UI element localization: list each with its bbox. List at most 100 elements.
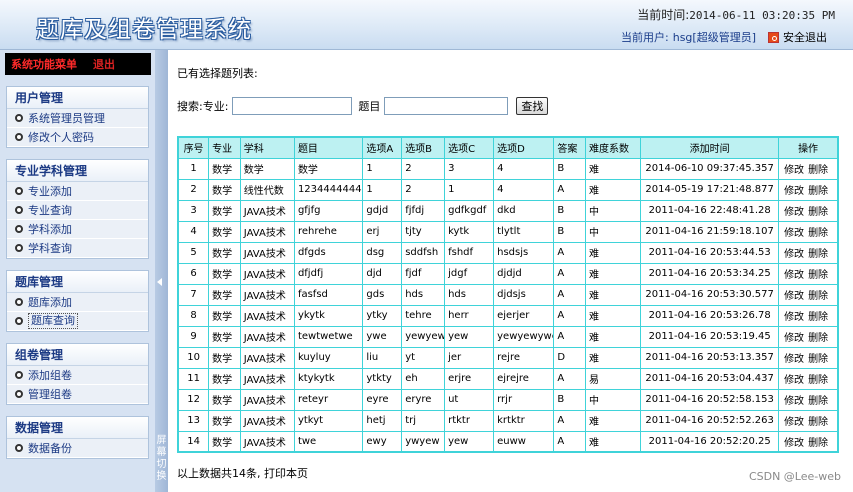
menu-group-title[interactable]: 数据管理 [7,417,148,439]
edit-link[interactable]: 修改 [784,396,804,407]
sidebar-menu-item-label[interactable]: 管理组卷 [28,385,72,404]
menu-group-title[interactable]: 专业学科管理 [7,160,148,182]
sidebar-menu-item[interactable]: 管理组卷 [7,385,148,404]
table-cell: fjfdj [401,199,446,222]
menu-group: 专业学科管理 专业添加 专业查询 学科添加 学科查询 [6,159,149,259]
edit-link[interactable]: 修改 [784,354,804,365]
edit-link[interactable]: 修改 [784,438,804,449]
table-cell: 2014-06-10 09:37:45.357 [640,157,780,180]
logout-icon[interactable] [768,31,779,43]
delete-link[interactable]: 删除 [808,249,828,260]
screen-toggle-label[interactable]: 屏幕切换 [156,435,167,483]
row-actions: 修改 删除 [778,304,839,327]
delete-link[interactable]: 删除 [808,375,828,386]
exit-link[interactable]: 退出 [93,56,115,72]
delete-link[interactable]: 删除 [808,438,828,449]
sidebar-menu-item-label[interactable]: 添加组卷 [28,366,72,385]
sidebar-menu-item[interactable]: 学科查询 [7,239,148,258]
keyword-input[interactable] [384,97,509,115]
delete-link[interactable]: 删除 [808,333,828,344]
table-cell: 线性代数 [239,178,295,201]
table-cell: 中 [585,220,642,243]
edit-link[interactable]: 修改 [784,207,804,218]
row-actions: 修改 删除 [778,325,839,348]
main-content: 已有选择题列表: 搜索:专业: 题目 查找 序号 专业 学科 题目 选项A 选项B 选项C 选… [168,50,853,492]
edit-link[interactable]: 修改 [784,312,804,323]
table-cell: rtktr [444,409,495,432]
edit-link[interactable]: 修改 [784,249,804,260]
table-cell: 2011-04-16 20:53:34.25 [640,262,780,285]
search-button[interactable]: 查找 [516,97,549,115]
table-cell: 3 [177,199,210,222]
edit-link[interactable]: 修改 [784,375,804,386]
delete-link[interactable]: 删除 [808,417,828,428]
table-cell: 难 [585,346,642,369]
sidebar-menu-item[interactable]: 题库查询 [7,312,148,331]
delete-link[interactable]: 删除 [808,186,828,197]
table-cell: B [553,220,587,243]
row-actions: 修改 删除 [778,241,839,264]
table-cell: JAVA技术 [239,220,295,243]
edit-link[interactable]: 修改 [784,228,804,239]
table-cell: gdjd [362,199,403,222]
sidebar-menu-item-label[interactable]: 题库添加 [28,293,72,312]
screen-toggle-bar[interactable]: 屏幕切换 [155,50,168,492]
sidebar-menu-item[interactable]: 学科添加 [7,220,148,239]
edit-link[interactable]: 修改 [784,270,804,281]
edit-link[interactable]: 修改 [784,333,804,344]
sidebar-menu-item[interactable]: 数据备份 [7,439,148,458]
table-cell: sddfsh [401,241,446,264]
row-actions: 修改 删除 [778,388,839,411]
delete-link[interactable]: 删除 [808,312,828,323]
edit-link[interactable]: 修改 [784,417,804,428]
delete-link[interactable]: 删除 [808,207,828,218]
logout-link[interactable]: 安全退出 [783,29,827,45]
table-cell: 1 [444,178,495,201]
edit-link[interactable]: 修改 [784,186,804,197]
bullet-icon [15,244,23,252]
table-cell: JAVA技术 [239,241,295,264]
sidebar-menu-item-label[interactable]: 专业查询 [28,201,72,220]
sidebar-menu-item-label[interactable]: 专业添加 [28,182,72,201]
table-cell: 难 [585,430,642,453]
table-cell: 2011-04-16 20:52:20.25 [640,430,780,453]
sidebar-menu-item-label[interactable]: 学科查询 [28,239,72,258]
sidebar-menu-item[interactable]: 题库添加 [7,293,148,312]
table-cell: 难 [585,241,642,264]
current-time: 当前时间:2014-06-11 03:20:35 PM [637,6,835,23]
menu-group-title[interactable]: 用户管理 [7,87,148,109]
table-cell: 2011-04-16 20:53:44.53 [640,241,780,264]
sidebar-menu-item[interactable]: 专业添加 [7,182,148,201]
delete-link[interactable]: 删除 [808,228,828,239]
table-cell: 数学 [208,199,241,222]
sidebar-menu-item-label[interactable]: 数据备份 [28,439,72,458]
sidebar-menu-item-label[interactable]: 修改个人密码 [28,128,94,147]
table-cell: 数学 [208,262,241,285]
delete-link[interactable]: 删除 [808,270,828,281]
sidebar-menu-item[interactable]: 修改个人密码 [7,128,148,147]
menu-group-title[interactable]: 题库管理 [7,271,148,293]
column-header: 操作 [778,136,839,159]
user-name[interactable]: hsg[超级管理员] [673,29,756,45]
delete-link[interactable]: 删除 [808,165,828,176]
table-cell: B [553,199,587,222]
sidebar-menu-item[interactable]: 专业查询 [7,201,148,220]
edit-link[interactable]: 修改 [784,165,804,176]
sidebar-menu-item[interactable]: 系统管理员管理 [7,109,148,128]
table-cell: ytkty [362,367,403,390]
menu-group-title[interactable]: 组卷管理 [7,344,148,366]
delete-link[interactable]: 删除 [808,354,828,365]
sidebar-menu-item-label[interactable]: 系统管理员管理 [28,109,105,128]
column-header: 学科 [239,136,295,159]
sidebar-menu-item-label[interactable]: 学科添加 [28,220,72,239]
collapse-arrow-icon[interactable] [157,278,162,286]
sidebar-menu-item-label[interactable]: 题库查询 [28,313,78,329]
edit-link[interactable]: 修改 [784,291,804,302]
delete-link[interactable]: 删除 [808,396,828,407]
major-input[interactable] [232,97,353,115]
sidebar-menu-item[interactable]: 添加组卷 [7,366,148,385]
delete-link[interactable]: 删除 [808,291,828,302]
table-cell: dsg [362,241,403,264]
table-cell: dfjdfj [293,262,364,285]
table-cell: eh [401,367,446,390]
